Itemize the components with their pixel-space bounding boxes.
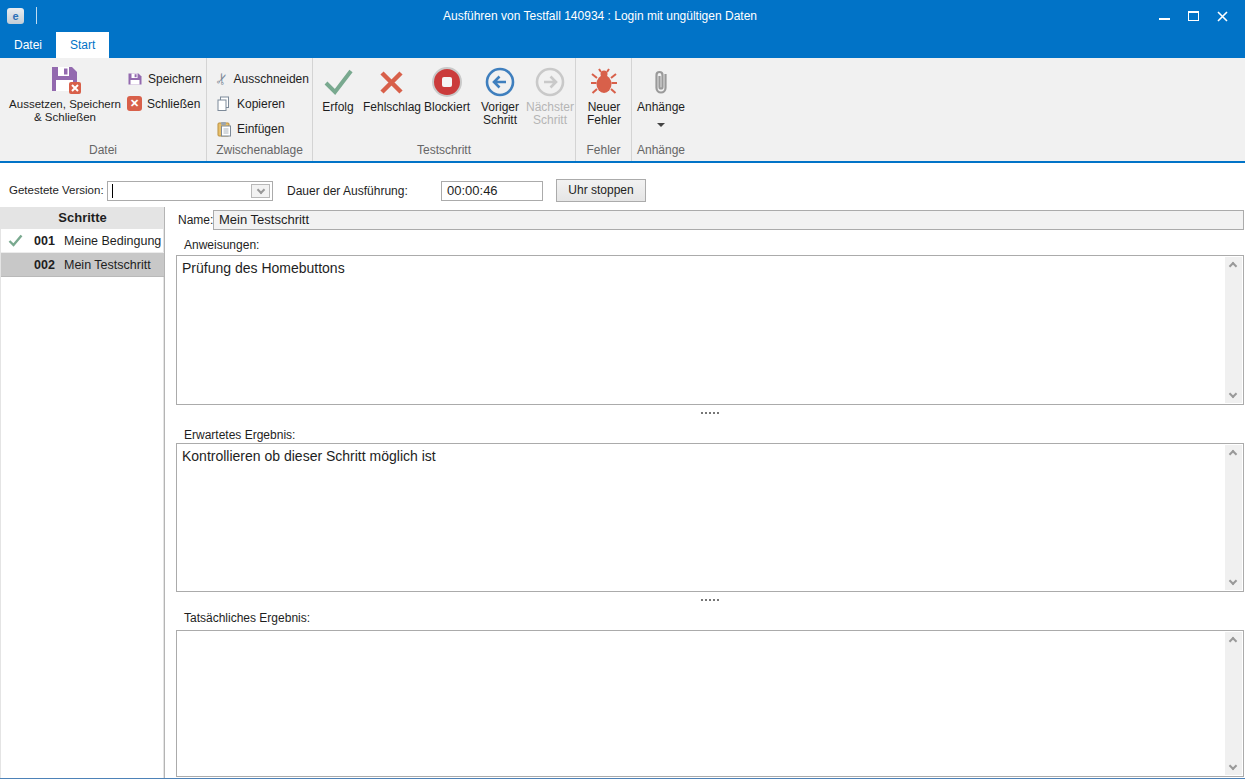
scroll-down-icon	[1229, 390, 1237, 398]
aussetzen-speichern-schliessen-button[interactable]: Aussetzen, Speichern& Schließen	[5, 62, 125, 154]
ribbon-group-testschritt: Erfolg Fehlschlag Blockiert	[313, 58, 576, 161]
big-button-label-line1: Aussetzen, Speichern	[9, 98, 121, 110]
erwartet-text: Kontrollieren ob dieser Schritt möglich …	[182, 448, 1219, 464]
ausschneiden-button[interactable]: ✂ Ausschneiden	[216, 66, 309, 91]
step-detail: Name: Mein Testschritt Anweisungen: Prüf…	[176, 207, 1245, 779]
ribbon-group-datei: Aussetzen, Speichern& Schließen Speicher…	[0, 58, 207, 161]
maximize-button[interactable]	[1179, 0, 1208, 32]
tatsaechlich-textarea[interactable]	[176, 630, 1244, 777]
name-field[interactable]: Mein Testschritt	[213, 210, 1244, 230]
einfuegen-button[interactable]: Einfügen	[216, 116, 309, 141]
neuer-fehler-label: NeuerFehler	[576, 101, 632, 127]
window-title: Ausführen von Testfall 140934 : Login mi…	[0, 0, 1200, 32]
anhaenge-label: Anhänge	[632, 101, 690, 114]
steps-header: Schritte	[1, 207, 164, 229]
speichern-label: Speichern	[148, 72, 202, 86]
scroll-up-icon	[1229, 637, 1237, 645]
einfuegen-label: Einfügen	[237, 122, 284, 136]
ribbon: Aussetzen, Speichern& Schließen Speicher…	[0, 58, 1245, 163]
naechster-schritt-button[interactable]: NächsterSchritt	[525, 58, 575, 150]
scissors-icon: ✂	[212, 70, 233, 88]
fehlschlag-button[interactable]: Fehlschlag	[363, 58, 419, 150]
kopieren-label: Kopieren	[237, 97, 285, 111]
ribbon-group-fehler: NeuerFehler Fehler	[576, 58, 632, 161]
ribbon-group-zwischenablage: ✂ Ausschneiden Kopieren	[207, 58, 313, 161]
kopieren-button[interactable]: Kopieren	[216, 91, 309, 116]
erwartet-scrollbar[interactable]	[1225, 445, 1242, 590]
bug-icon	[576, 66, 632, 98]
naechster-label: NächsterSchritt	[525, 101, 575, 127]
save-icon	[127, 71, 143, 87]
ribbon-tabs: Datei Start	[0, 32, 1245, 58]
paste-icon	[216, 121, 232, 137]
ausschneiden-label: Ausschneiden	[234, 72, 309, 86]
step-row-001[interactable]: 001 Meine Bedingung	[1, 229, 164, 253]
neuer-fehler-button[interactable]: NeuerFehler	[576, 58, 632, 150]
erwartet-textarea[interactable]: Kontrollieren ob dieser Schritt möglich …	[176, 443, 1244, 592]
splitter-2[interactable]	[176, 596, 1244, 604]
anweisungen-textarea[interactable]: Prüfung des Homebuttons	[176, 255, 1244, 405]
ribbon-group-anhaenge: Anhänge Anhänge	[632, 58, 690, 161]
step-number: 002	[34, 253, 55, 277]
group-label-anhaenge: Anhänge	[632, 143, 690, 157]
anhaenge-button[interactable]: Anhänge	[632, 58, 690, 150]
scroll-down-icon	[1229, 577, 1237, 585]
anweisungen-scrollbar[interactable]	[1225, 257, 1242, 403]
titlebar: e Ausführen von Testfall 140934 : Login …	[0, 0, 1245, 32]
success-check-icon	[313, 66, 363, 98]
minimize-button[interactable]	[1150, 0, 1179, 32]
close-button[interactable]	[1208, 0, 1237, 32]
step-row-002[interactable]: 002 Mein Testschritt	[1, 253, 164, 277]
group-label-testschritt: Testschritt	[313, 143, 575, 157]
erwartet-label: Erwartetes Ergebnis:	[184, 428, 295, 442]
paperclip-icon	[632, 66, 690, 98]
close-red-icon: ✕	[127, 96, 142, 111]
blockiert-button[interactable]: Blockiert	[419, 58, 475, 150]
fehlschlag-label: Fehlschlag	[363, 101, 419, 114]
tatsaechlich-scrollbar[interactable]	[1225, 632, 1242, 775]
anhaenge-dropdown-icon	[657, 123, 665, 127]
erfolg-button[interactable]: Erfolg	[313, 58, 363, 150]
group-label-zwischenablage: Zwischenablage	[207, 143, 312, 157]
save-suspend-close-icon	[49, 62, 81, 94]
steps-panel: Schritte 001 Meine Bedingung 002 Mein Te…	[0, 207, 165, 779]
close-icon	[1216, 10, 1229, 23]
big-button-label-line2: & Schließen	[34, 111, 96, 123]
step-number: 001	[34, 229, 55, 253]
step-passed-check-icon	[8, 234, 23, 247]
scroll-down-icon	[1229, 762, 1237, 770]
anweisungen-label: Anweisungen:	[184, 238, 259, 252]
speichern-button[interactable]: Speichern	[127, 66, 202, 91]
name-label: Name:	[178, 213, 213, 227]
anweisungen-text: Prüfung des Homebuttons	[182, 260, 1219, 276]
blocked-stop-icon	[419, 66, 475, 98]
blockiert-label: Blockiert	[419, 101, 475, 114]
scroll-up-icon	[1229, 262, 1237, 270]
tatsaechlich-label: Tatsächliches Ergebnis:	[184, 611, 310, 625]
scroll-up-icon	[1229, 450, 1237, 458]
content-area: Schritte 001 Meine Bedingung 002 Mein Te…	[0, 163, 1245, 779]
fail-x-icon	[363, 66, 419, 98]
voriger-label: VorigerSchritt	[475, 101, 525, 127]
splitter-1[interactable]	[176, 409, 1244, 417]
step-label: Meine Bedingung	[64, 229, 161, 253]
tab-start[interactable]: Start	[56, 32, 109, 58]
erfolg-label: Erfolg	[313, 101, 363, 114]
group-label-fehler: Fehler	[576, 143, 631, 157]
tab-datei[interactable]: Datei	[0, 32, 56, 58]
copy-icon	[216, 96, 232, 112]
previous-step-icon	[475, 66, 525, 98]
next-step-icon	[525, 66, 575, 98]
step-label: Mein Testschritt	[64, 253, 151, 277]
group-label-datei: Datei	[0, 143, 206, 157]
maximize-icon	[1188, 11, 1199, 21]
voriger-schritt-button[interactable]: VorigerSchritt	[475, 58, 525, 150]
schliessen-label: Schließen	[147, 97, 200, 111]
schliessen-button[interactable]: ✕ Schließen	[127, 91, 202, 116]
minimize-icon	[1159, 18, 1170, 20]
